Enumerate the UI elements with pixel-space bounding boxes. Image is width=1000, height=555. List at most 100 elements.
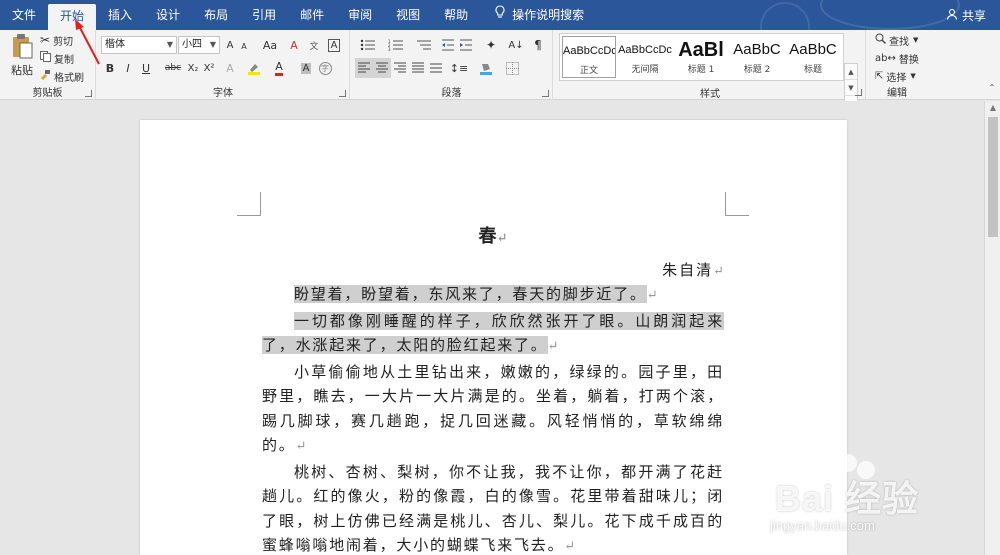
font-launcher[interactable] [339,90,346,97]
font-group-label: 字体 [213,88,233,99]
superscript-label: X² [203,62,215,74]
scroll-up-icon[interactable]: ▲ [985,101,1000,115]
tab-mailings[interactable]: 邮件 [288,0,336,30]
style-title[interactable]: AaBbC 标题 [786,36,840,78]
italic-button[interactable]: I [121,58,135,78]
increase-indent-icon[interactable] [457,35,475,55]
sort-icon[interactable]: A↓ [507,35,525,55]
style-heading-1[interactable]: AaBl 标题 1 [674,36,728,78]
character-shading-icon[interactable]: A [299,58,313,78]
font-size-value: 小四 [182,39,202,50]
highlight-color-icon[interactable] [245,58,263,78]
strikethrough-button[interactable]: abc [163,58,183,78]
document-body[interactable]: 春↵ 朱自清↵ 盼望着，盼望着，东风来了，春天的脚步近了。↵ 一切都像刚睡醒的样… [262,220,724,555]
styles-gallery: AaBbCcDc 正文 AaBbCcDc 无间隔 AaBl 标题 1 AaBbC… [559,33,844,81]
subscript-button[interactable]: X₂ [185,58,201,78]
tell-me-label: 操作说明搜索 [512,8,585,22]
cut-button[interactable]: ✂ 剪切 [40,31,73,49]
font-size-combo[interactable]: 小四 ▼ [178,36,220,54]
paragraph-launcher[interactable] [542,90,549,97]
chevron-up-icon[interactable]: ▲ [845,64,857,80]
scroll-thumb[interactable] [988,117,998,237]
style-sample: AaBl [678,39,724,61]
copy-label: 复制 [54,54,74,66]
change-case-button[interactable]: Aa [259,35,281,55]
underline-button[interactable]: U [139,58,153,78]
chevron-down-icon: ▼ [166,40,173,49]
tab-references[interactable]: 引用 [240,0,288,30]
style-name: 正文 [579,66,598,76]
style-name: 无间隔 [631,65,659,75]
watermark-text: Bai 经验 [775,478,920,519]
superscript-button[interactable]: X² [201,58,217,78]
style-normal[interactable]: AaBbCcDc 正文 [562,36,616,78]
tab-insert[interactable]: 插入 [96,0,144,30]
tab-view[interactable]: 视图 [384,0,432,30]
ribbon-tab-bar: 文件 开始 插入 设计 布局 引用 邮件 审阅 视图 帮助 操作说明搜索 共享 [0,0,1000,52]
tab-file[interactable]: 文件 [0,0,48,30]
crop-mark-top-left [237,192,261,216]
font-color-icon[interactable]: A [271,58,287,78]
distributed-icon[interactable] [427,58,445,78]
multilevel-list-icon[interactable] [411,35,437,55]
tab-layout[interactable]: 布局 [192,0,240,30]
text-effects-icon[interactable]: A [223,58,237,78]
editing-group-label: 编辑 [887,88,907,99]
watermark-url: jingyan.baidu.com [770,518,875,533]
clipboard-group-label: 剪贴板 [32,88,63,99]
shrink-font-button[interactable]: A [238,36,250,56]
tab-design[interactable]: 设计 [144,0,192,30]
chinese-layout-icon[interactable]: ✦ [479,35,503,55]
align-center-icon[interactable] [373,58,391,78]
style-name: 标题 1 [687,65,715,75]
bullets-icon[interactable] [355,35,381,55]
tab-review[interactable]: 审阅 [336,0,384,30]
lightbulb-icon [494,0,506,30]
style-heading-2[interactable]: AaBbC 标题 2 [730,36,784,78]
select-button[interactable]: ⇱ 选择 ▼ [875,67,916,85]
decrease-indent-icon[interactable] [439,35,457,55]
paragraph-text: 一切都像刚睡醒的样子，欣欣然张开了眼。山朗润起来了，水涨起来了，太阳的脸红起来了… [262,311,724,354]
collapse-ribbon-icon[interactable]: ⌃ [986,80,998,94]
paragraph-text: 桃树、杏树、梨树，你不让我，我不让你，都开满了花赶趟儿。红的像火，粉的像霞，白的… [262,462,724,555]
format-painter-button[interactable]: 格式刷 [40,67,84,85]
paste-label: 粘贴 [11,63,33,77]
paste-button[interactable]: 粘贴 [6,32,38,78]
share-button[interactable]: 共享 [946,0,986,30]
styles-launcher[interactable] [855,89,862,96]
line-spacing-icon[interactable]: ↕≡ [447,58,471,78]
document-author: 朱自清↵ [262,258,724,282]
copy-button[interactable]: 复制 [40,49,74,67]
show-marks-icon[interactable]: ¶ [529,35,547,55]
clipboard-group: 粘贴 ✂ 剪切 复制 格式刷 剪贴板 [0,30,96,100]
tell-me-search[interactable]: 操作说明搜索 [480,0,596,30]
phonetic-guide-icon[interactable]: 文 [305,35,323,55]
enclose-characters-icon[interactable]: 字 [317,58,333,78]
tab-home[interactable]: 开始 [48,4,97,30]
underline-label: U [141,61,151,75]
document-page[interactable]: 春↵ 朱自清↵ 盼望着，盼望着，东风来了，春天的脚步近了。↵ 一切都像刚睡醒的样… [140,120,847,555]
numbering-icon[interactable]: 123 [383,35,409,55]
replace-button[interactable]: ab↔ 替换 [875,49,919,67]
paragraph: 盼望着，盼望着，东风来了，春天的脚步近了。↵ [262,282,724,309]
bold-button[interactable]: B [103,58,117,78]
grow-font-button[interactable]: A [224,35,236,55]
borders-icon[interactable] [501,58,523,78]
vertical-scrollbar[interactable]: ▲ [984,101,1000,555]
justify-icon[interactable] [409,58,427,78]
clipboard-launcher[interactable] [85,90,92,97]
character-border-icon[interactable]: A [326,35,342,55]
format-painter-label: 格式刷 [54,72,84,84]
clear-formatting-icon[interactable]: A [287,35,301,55]
svg-text:3: 3 [388,47,391,51]
shading-icon[interactable] [475,58,497,78]
clipboard-icon [11,33,33,62]
style-no-spacing[interactable]: AaBbCcDc 无间隔 [618,36,672,78]
find-button[interactable]: 查找 ▼ [875,31,918,49]
document-title: 春↵ [262,220,724,254]
align-right-icon[interactable] [391,58,409,78]
paragraph: 小草偷偷地从土里钻出来，嫩嫩的，绿绿的。园子里，田野里，瞧去，一大片一大片满是的… [262,360,724,460]
tab-help[interactable]: 帮助 [432,0,480,30]
align-left-icon[interactable] [355,58,373,78]
font-name-combo[interactable]: 楷体 ▼ [101,36,177,54]
